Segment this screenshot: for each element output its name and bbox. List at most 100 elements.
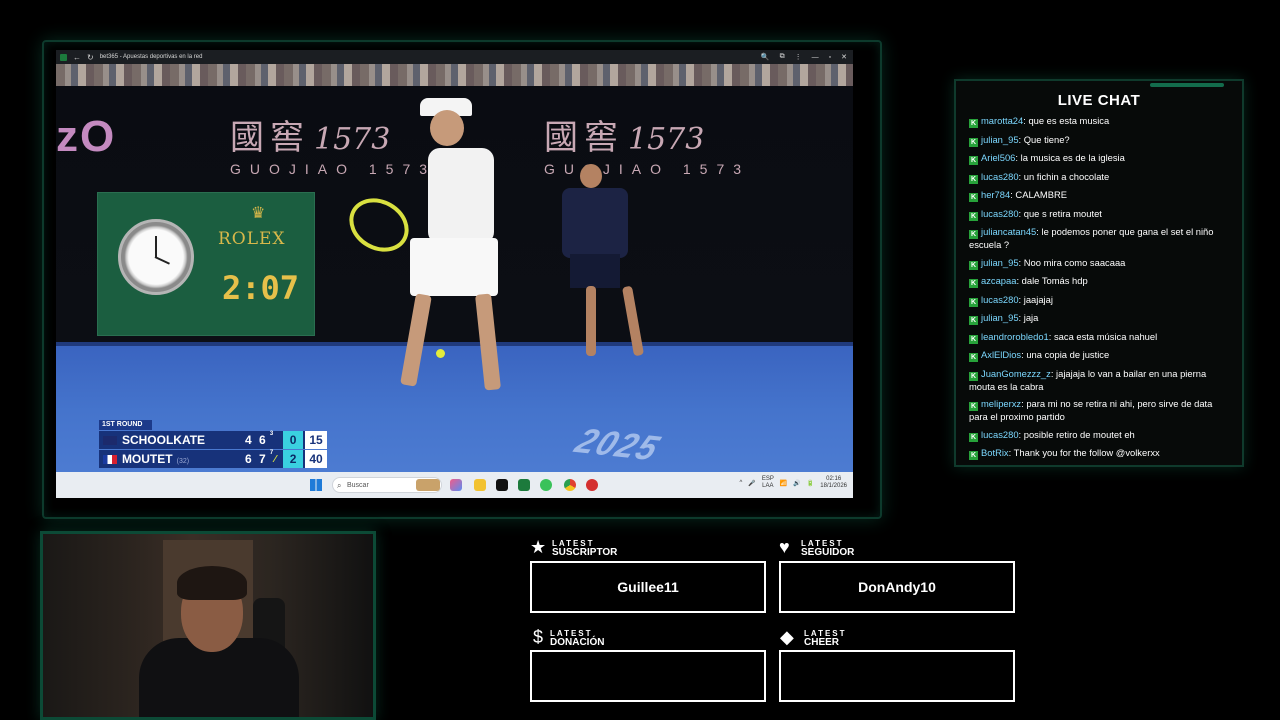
chat-text: que es esta musica: [1028, 115, 1110, 126]
current-set-games: 0: [283, 431, 304, 449]
set1-score: 6: [245, 452, 252, 466]
kick-badge-icon: K: [969, 279, 978, 288]
tennis-ball-icon: [436, 349, 445, 358]
kick-badge-icon: K: [969, 193, 978, 202]
france-flag-icon: [103, 454, 117, 464]
language-indicator[interactable]: ESP LAA: [762, 476, 774, 490]
chat-message: Kher784: CALAMBRE: [969, 189, 1067, 202]
set1-score: 4: [245, 433, 252, 447]
sponsor-hanzi: 國窖: [544, 118, 624, 158]
sponsor-number: 1573: [314, 122, 391, 157]
kick-badge-icon: K: [969, 230, 978, 239]
sponsor-banner-left: 國窖 1573 GUOJIAO 1573: [230, 110, 436, 177]
bet365-taskbar-icon[interactable]: [518, 479, 530, 491]
chat-username[interactable]: julian_95: [981, 134, 1019, 145]
window-title: bet365 - Apuestas deportivas en la red: [99, 54, 203, 60]
chat-title: LIVE CHAT: [1057, 92, 1141, 109]
tray-expand-icon[interactable]: ^: [740, 480, 743, 486]
volume-icon[interactable]: 🔊: [793, 480, 800, 487]
kick-badge-icon: K: [969, 119, 978, 128]
microphone-icon[interactable]: 🎤: [748, 480, 755, 487]
close-button[interactable]: ✕: [841, 53, 847, 61]
chat-username[interactable]: JuanGomezzz_z: [981, 368, 1051, 379]
chat-username[interactable]: Ariel506: [981, 152, 1015, 163]
az-sponsor-logo: zO: [56, 112, 117, 161]
chat-text: saca esta música nahuel: [1053, 330, 1158, 342]
wifi-icon[interactable]: 📶: [780, 480, 787, 487]
match-clock-time: 2:07: [222, 269, 300, 307]
clock[interactable]: 02:16 18/1/2026: [820, 476, 847, 490]
search-highlight-icon[interactable]: [416, 479, 440, 491]
maximize-button[interactable]: ▫: [829, 54, 831, 61]
battery-icon[interactable]: 🔋: [807, 480, 814, 487]
game-points: 15: [305, 431, 327, 449]
zoom-icon[interactable]: 🔍: [761, 53, 770, 61]
chat-text: la musica es de la iglesia: [1020, 152, 1125, 163]
chat-text: un fichin a chocolate: [1023, 170, 1110, 182]
chat-message: Kmarotta24: que es esta musica: [969, 115, 1110, 128]
latest-suscriptor-box: Guillee11: [530, 561, 766, 613]
chat-username[interactable]: leandrorobledo1: [981, 331, 1049, 342]
chat-username[interactable]: BotRix: [981, 447, 1009, 458]
minimize-button[interactable]: —: [812, 54, 819, 61]
chat-username[interactable]: azcapaa: [981, 275, 1016, 286]
extensions-icon[interactable]: ⧉: [780, 53, 785, 61]
chat-username[interactable]: lucas280: [981, 294, 1019, 305]
rolex-clock-board: ♛ ROLEX 2:07: [97, 192, 315, 336]
whatsapp-icon[interactable]: [540, 479, 552, 491]
chat-username[interactable]: julian_95: [981, 312, 1019, 323]
chat-username[interactable]: meliperxz: [981, 398, 1021, 409]
copilot-icon[interactable]: [450, 479, 462, 491]
set2-score: 77: [258, 450, 274, 466]
chat-message: K JuanGomezzz_z: jajajaja lo van a bailar…: [969, 367, 1207, 392]
reload-button[interactable]: ↻: [87, 53, 94, 62]
chat-message: Kjulian_95: Que tiene?: [969, 133, 1070, 147]
sponsor-banner-right: 國窖 1573 GUOJIAO 1573: [544, 110, 750, 177]
chrome-icon[interactable]: [564, 479, 576, 491]
kick-badge-icon: K: [969, 451, 978, 460]
racket-image: [339, 187, 419, 263]
webcam-frame: [40, 531, 376, 720]
recording-app-icon[interactable]: [586, 479, 598, 491]
sponsor-latin: GUOJIAO 1573: [544, 161, 751, 177]
court-logo: 2025: [569, 421, 667, 469]
diamond-icon: ◆: [780, 627, 794, 647]
chat-text: Que tiene?: [1023, 133, 1070, 145]
player-name: SCHOOLKATE: [121, 433, 206, 447]
australia-flag-icon: [103, 435, 117, 445]
chat-text: Noo mira como saacaaa: [1023, 256, 1126, 268]
chat-message: Klucas280: jaajajaj: [969, 293, 1053, 307]
game-points: 40: [305, 450, 327, 468]
chat-message-list: Kmarotta24: que es esta musica Kjulian_95…: [969, 115, 1231, 466]
chat-username[interactable]: julian_95: [981, 257, 1019, 268]
heart-icon: ♥: [779, 537, 790, 557]
chat-username[interactable]: marotta24: [981, 115, 1023, 126]
file-explorer-icon[interactable]: [474, 479, 486, 491]
chat-message: K BotRix: Thank you for the follow @volke…: [969, 447, 1160, 460]
chat-text: dale Tomás hdp: [1021, 275, 1088, 286]
dollar-icon: $: [533, 627, 544, 647]
chat-username[interactable]: lucas280: [981, 171, 1019, 182]
chat-message: K AxlElDios: una copia de justice: [969, 349, 1110, 362]
chat-username[interactable]: juliancatan45: [981, 226, 1036, 237]
kick-badge-icon: K: [969, 260, 978, 270]
more-menu-icon[interactable]: ⋮: [795, 53, 802, 61]
chat-text: posible retiro de moutet eh: [1023, 428, 1135, 440]
latest-seguidor-label: LATEST SEGUIDOR: [801, 539, 855, 558]
chat-username[interactable]: lucas280: [981, 429, 1019, 440]
kick-badge-icon: K: [969, 353, 978, 362]
chat-message: Kjuliancatan45: le podemos poner que gan…: [969, 226, 1214, 250]
browser-titlebar: ← ↻ bet365 - Apuestas deportivas en la r…: [56, 50, 853, 64]
tiktok-icon[interactable]: [496, 479, 508, 491]
chat-message: Kjulian_95: Noo mira como saacaaa: [969, 256, 1126, 270]
chat-accent-bar: [1150, 83, 1224, 87]
back-button[interactable]: ←: [73, 53, 81, 62]
latest-cheer-label: LATEST CHEER: [804, 629, 847, 648]
chat-text: jaajajaj: [1023, 293, 1053, 305]
video-player[interactable]: zO 國窖 1573 GUOJIAO 1573 國窖 1573 GUOJIAO 15…: [56, 64, 853, 472]
chat-username[interactable]: AxlElDios: [981, 349, 1021, 360]
score-row: MOUTET (32) 6 77 ⁄ 2 40: [99, 450, 327, 468]
chat-username[interactable]: lucas280: [981, 208, 1019, 219]
windows-start-icon[interactable]: [310, 479, 322, 491]
chat-username[interactable]: her784: [981, 189, 1010, 200]
